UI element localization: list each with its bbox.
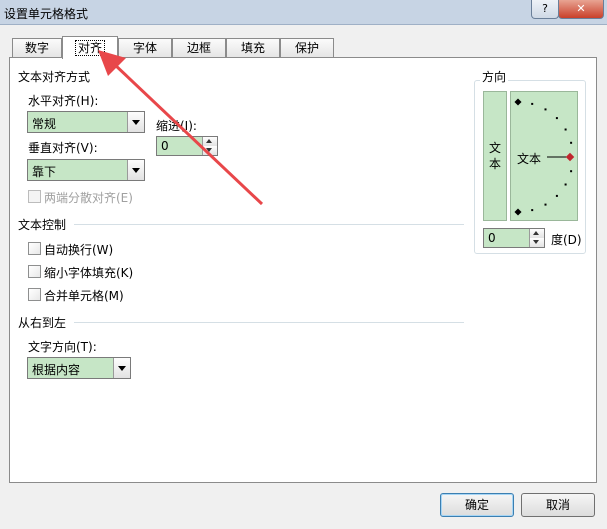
tab-label: 填充	[240, 41, 265, 55]
section-divider	[74, 224, 464, 225]
wrap-text-label: 自动换行(W)	[44, 243, 114, 257]
ok-button[interactable]: 确定	[440, 493, 514, 517]
chevron-down-icon[interactable]	[127, 160, 144, 180]
help-button[interactable]: ?	[531, 0, 559, 19]
wrap-text-checkbox[interactable]	[28, 242, 41, 255]
tab-label: 边框	[186, 41, 211, 55]
indent-stepper[interactable]: 0	[156, 136, 218, 156]
distributed-checkbox[interactable]	[28, 190, 41, 203]
chevron-down-icon[interactable]	[113, 358, 130, 378]
chevron-down-icon[interactable]	[127, 112, 144, 132]
dial-dot	[564, 183, 567, 186]
degrees-label: 度(D)	[551, 233, 582, 247]
distributed-label: 两端分散对齐(E)	[44, 191, 133, 205]
dial-text: 文本	[517, 152, 542, 166]
cancel-button[interactable]: 取消	[521, 493, 595, 517]
text-direction-select[interactable]: 根据内容	[27, 357, 131, 379]
tab-fill[interactable]: 填充	[226, 38, 280, 58]
degrees-value: 0	[488, 231, 496, 245]
dial-dot	[544, 108, 547, 111]
tab-label: 对齐	[74, 40, 106, 56]
tab-label: 字体	[132, 41, 157, 55]
vertical-align-label: 垂直对齐(V):	[28, 141, 98, 155]
vertical-align-select[interactable]: 靠下	[27, 159, 145, 181]
tab-number[interactable]: 数字	[12, 38, 62, 58]
horizontal-align-label: 水平对齐(H):	[28, 94, 99, 108]
horizontal-align-value: 常规	[32, 117, 57, 131]
text-alignment-title: 文本对齐方式	[18, 70, 91, 84]
text-direction-label: 文字方向(T):	[28, 340, 97, 354]
tab-label: 数字	[24, 41, 49, 55]
tab-alignment[interactable]: 对齐	[62, 36, 118, 59]
tab-font[interactable]: 字体	[118, 38, 172, 58]
dial-dot	[514, 98, 522, 106]
dial-dot	[555, 117, 558, 120]
indent-label: 缩进(I):	[156, 119, 197, 133]
title-bar: 设置单元格格式 ? ✕	[0, 0, 607, 25]
shrink-to-fit-label: 缩小字体填充(K)	[44, 266, 134, 280]
tab-strip: 数字 对齐 字体 边框 填充 保护	[12, 36, 592, 59]
right-to-left-title: 从右到左	[18, 316, 67, 330]
window-title: 设置单元格格式	[4, 7, 89, 21]
merge-cells-checkbox[interactable]	[28, 288, 41, 301]
tab-border[interactable]: 边框	[172, 38, 226, 58]
shrink-to-fit-checkbox[interactable]	[28, 265, 41, 278]
horizontal-align-select[interactable]: 常规	[27, 111, 145, 133]
text-direction-value: 根据内容	[32, 363, 81, 377]
dial-dot	[564, 128, 567, 131]
dial-dot	[555, 194, 558, 197]
section-divider	[74, 322, 464, 323]
orientation-dial[interactable]: 文本	[510, 91, 578, 221]
vertical-align-value: 靠下	[32, 165, 57, 179]
dial-dot	[531, 102, 534, 105]
dial-dot	[570, 141, 573, 144]
dial-marker[interactable]	[565, 152, 575, 162]
indent-value: 0	[161, 139, 169, 153]
degrees-stepper[interactable]: 0	[483, 228, 545, 248]
merge-cells-label: 合并单元格(M)	[44, 289, 124, 303]
dial-dot	[514, 208, 522, 216]
spin-down-icon[interactable]	[529, 238, 544, 247]
vertical-text-toggle[interactable]: 文本	[483, 91, 507, 221]
orientation-title: 方向	[480, 68, 509, 85]
spin-down-icon[interactable]	[202, 146, 217, 155]
dial-dot	[570, 170, 573, 173]
close-button[interactable]: ✕	[558, 0, 604, 19]
tab-label: 保护	[294, 41, 319, 55]
vertical-text-label: 文本	[488, 141, 501, 171]
tab-protection[interactable]: 保护	[280, 38, 334, 58]
dial-dot	[531, 209, 534, 212]
dial-dot	[544, 203, 547, 206]
text-control-title: 文本控制	[18, 218, 67, 232]
